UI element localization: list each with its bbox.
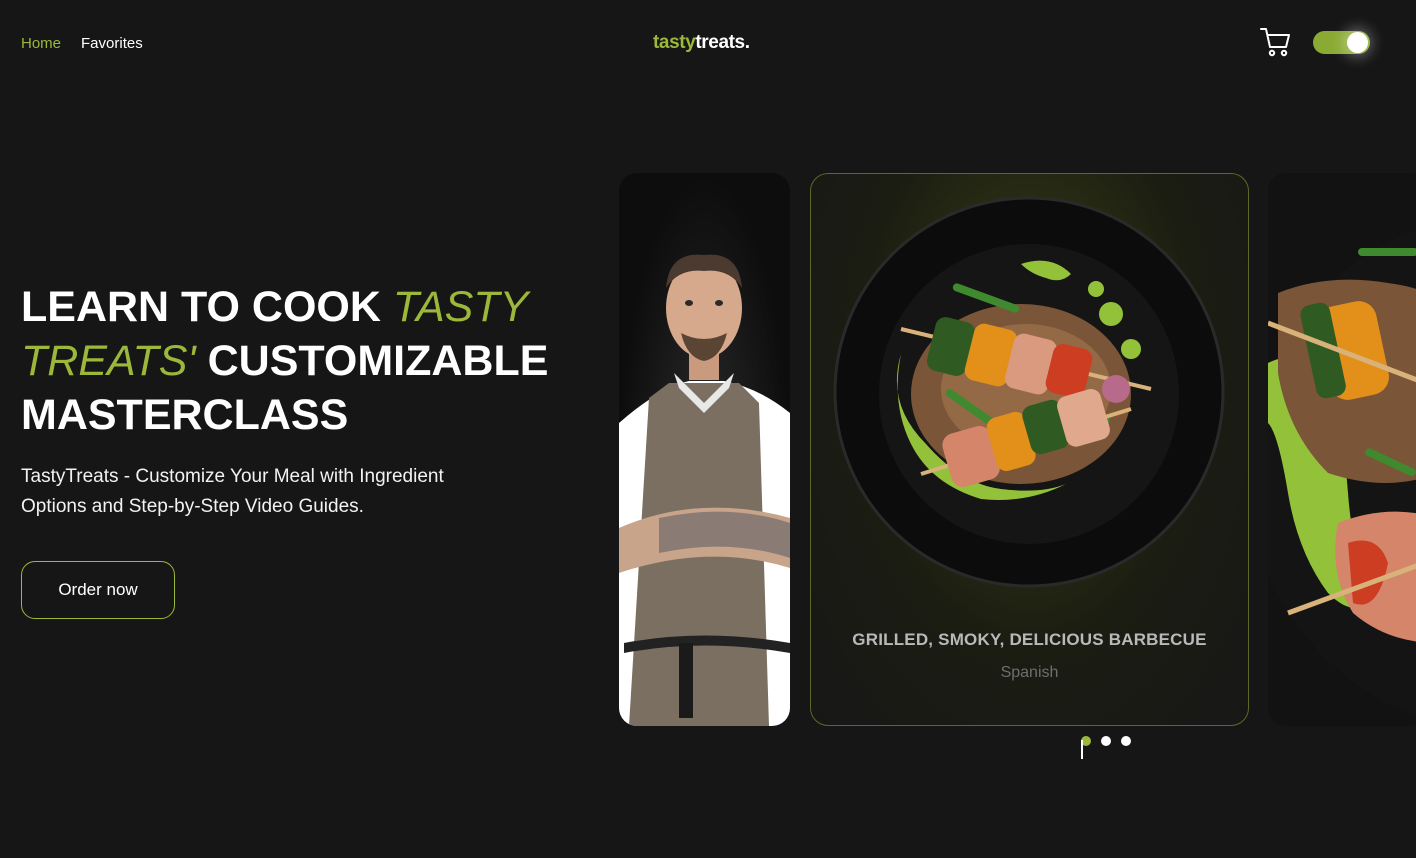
slider-pagination xyxy=(1081,736,1131,746)
dish-cuisine: Spanish xyxy=(1000,664,1059,681)
bbq-skewer-dish-image xyxy=(833,196,1225,588)
nav-favorites-link[interactable]: Favorites xyxy=(81,35,143,52)
slide-chef-card[interactable] xyxy=(619,173,790,726)
slide-dish-closeup-card[interactable] xyxy=(1268,173,1416,726)
dish-closeup-image xyxy=(1268,229,1416,717)
cart-button[interactable] xyxy=(1259,26,1293,58)
nav-home-link[interactable]: Home xyxy=(21,35,61,52)
slider-dot-3[interactable] xyxy=(1121,736,1131,746)
hero-title-lead: LEARN TO COOK xyxy=(21,283,393,331)
logo[interactable]: tastytreats. xyxy=(653,32,750,54)
slide-dish-card[interactable]: GRILLED, SMOKY, DELICIOUS BARBECUE Spani… xyxy=(810,173,1249,726)
page: Home Favorites tastytreats. LEARN TO COO… xyxy=(0,0,1416,858)
hero-description: TastyTreats - Customize Your Meal with I… xyxy=(21,466,444,517)
dish-title: GRILLED, SMOKY, DELICIOUS BARBECUE xyxy=(852,630,1207,649)
order-now-button[interactable]: Order now xyxy=(21,561,175,619)
logo-part-tasty: tasty xyxy=(653,32,696,53)
logo-part-treats: treats. xyxy=(695,32,750,53)
main-nav: Home Favorites xyxy=(21,35,143,52)
toggle-knob xyxy=(1347,32,1368,53)
text-cursor xyxy=(1081,740,1083,759)
slider-dot-2[interactable] xyxy=(1101,736,1111,746)
hero-title: LEARN TO COOK TASTY TREATS' CUSTOMIZABLE… xyxy=(21,280,601,442)
cart-icon xyxy=(1260,28,1290,57)
theme-toggle[interactable] xyxy=(1313,31,1370,54)
chef-image xyxy=(619,254,790,726)
